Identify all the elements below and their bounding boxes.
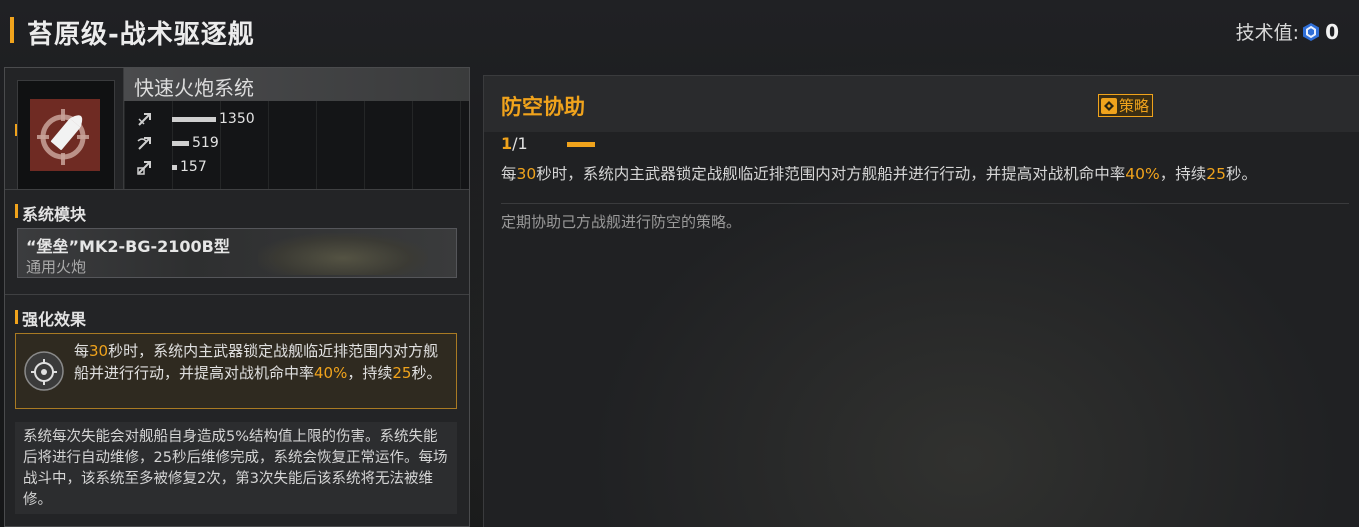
weapon-detail-panel: 快速火炮系统 1350 519 157 系统模块 “堡垒”MK2-BG-2100… bbox=[4, 67, 470, 527]
stat-row-anti-ship: 1350 bbox=[136, 109, 255, 129]
stat-value-anti-ship: 1350 bbox=[219, 111, 255, 127]
weapon-header: 快速火炮系统 1350 519 157 bbox=[123, 68, 469, 189]
skill-title: 防空协助 bbox=[501, 95, 585, 119]
cannon-shell-icon bbox=[37, 109, 89, 165]
skill-detail-panel: 防空协助 策略 1/1 每30秒时，系统内主武器锁定战舰临近排范围内对方舰船并进… bbox=[483, 75, 1359, 527]
skill-header: 防空协助 策略 bbox=[484, 76, 1359, 132]
divider bbox=[5, 294, 469, 295]
section-marker bbox=[15, 310, 18, 324]
enhance-effect-card[interactable]: 每30秒时，系统内主武器锁定战舰临近排范围内对方舰船并进行行动，并提高对战机命中… bbox=[15, 333, 457, 409]
skill-flavor-text: 定期协助己方战舰进行防空的策略。 bbox=[501, 213, 742, 231]
module-art bbox=[258, 233, 428, 275]
divider bbox=[5, 189, 469, 190]
skill-level-current: 1 bbox=[501, 134, 513, 153]
system-failure-note: 系统每次失能会对舰船自身造成5%结构值上限的伤害。系统失能后将进行自动维修，25… bbox=[15, 422, 457, 514]
weapon-stats: 1350 519 157 bbox=[124, 101, 469, 189]
target-lock-icon bbox=[24, 351, 64, 391]
section-marker bbox=[15, 204, 18, 218]
anti-ship-icon bbox=[138, 113, 151, 126]
strategy-label: 策略 bbox=[1119, 97, 1150, 115]
siege-icon bbox=[137, 161, 151, 175]
weapon-icon-frame[interactable] bbox=[17, 80, 115, 190]
tech-value-display: 技术值: 0 bbox=[1236, 18, 1339, 45]
strategy-icon bbox=[1101, 97, 1117, 114]
stat-bar-anti-air bbox=[172, 140, 189, 146]
stat-value-anti-air: 519 bbox=[192, 135, 219, 151]
page-title: 苔原级-战术驱逐舰 bbox=[27, 20, 255, 50]
skill-description: 每30秒时，系统内主武器锁定战舰临近排范围内对方舰船并进行行动，并提高对战机命中… bbox=[501, 165, 1257, 183]
stat-bar-siege bbox=[172, 164, 177, 170]
skill-level-max: 1 bbox=[517, 134, 528, 153]
module-type: 通用火炮 bbox=[26, 258, 87, 276]
divider bbox=[501, 203, 1349, 204]
title-accent-bar bbox=[10, 17, 14, 43]
enhance-section-title: 强化效果 bbox=[22, 310, 87, 329]
weapon-name: 快速火炮系统 bbox=[134, 76, 254, 100]
tech-point-icon bbox=[1303, 22, 1320, 41]
anti-air-icon bbox=[137, 137, 151, 150]
skill-level-pip bbox=[567, 142, 595, 147]
stat-row-anti-air: 519 bbox=[136, 133, 219, 153]
module-name: “堡垒”MK2-BG-2100B型 bbox=[26, 237, 230, 256]
tech-label: 技术值: bbox=[1235, 22, 1300, 44]
strategy-tag: 策略 bbox=[1098, 94, 1154, 117]
stat-row-siege: 157 bbox=[136, 157, 207, 177]
module-section-title: 系统模块 bbox=[22, 205, 87, 224]
stat-value-siege: 157 bbox=[180, 159, 207, 175]
skill-level: 1/1 bbox=[501, 134, 528, 153]
enhance-effect-text: 每30秒时，系统内主武器锁定战舰临近排范围内对方舰船并进行行动，并提高对战机命中… bbox=[74, 342, 442, 382]
background-art bbox=[484, 76, 1359, 527]
weapon-icon-bg bbox=[30, 99, 100, 171]
stat-bar-anti-ship bbox=[172, 116, 216, 122]
tech-value: 0 bbox=[1325, 19, 1339, 44]
module-card[interactable]: “堡垒”MK2-BG-2100B型 通用火炮 bbox=[17, 228, 457, 278]
weapon-name-bar: 快速火炮系统 bbox=[124, 68, 469, 101]
